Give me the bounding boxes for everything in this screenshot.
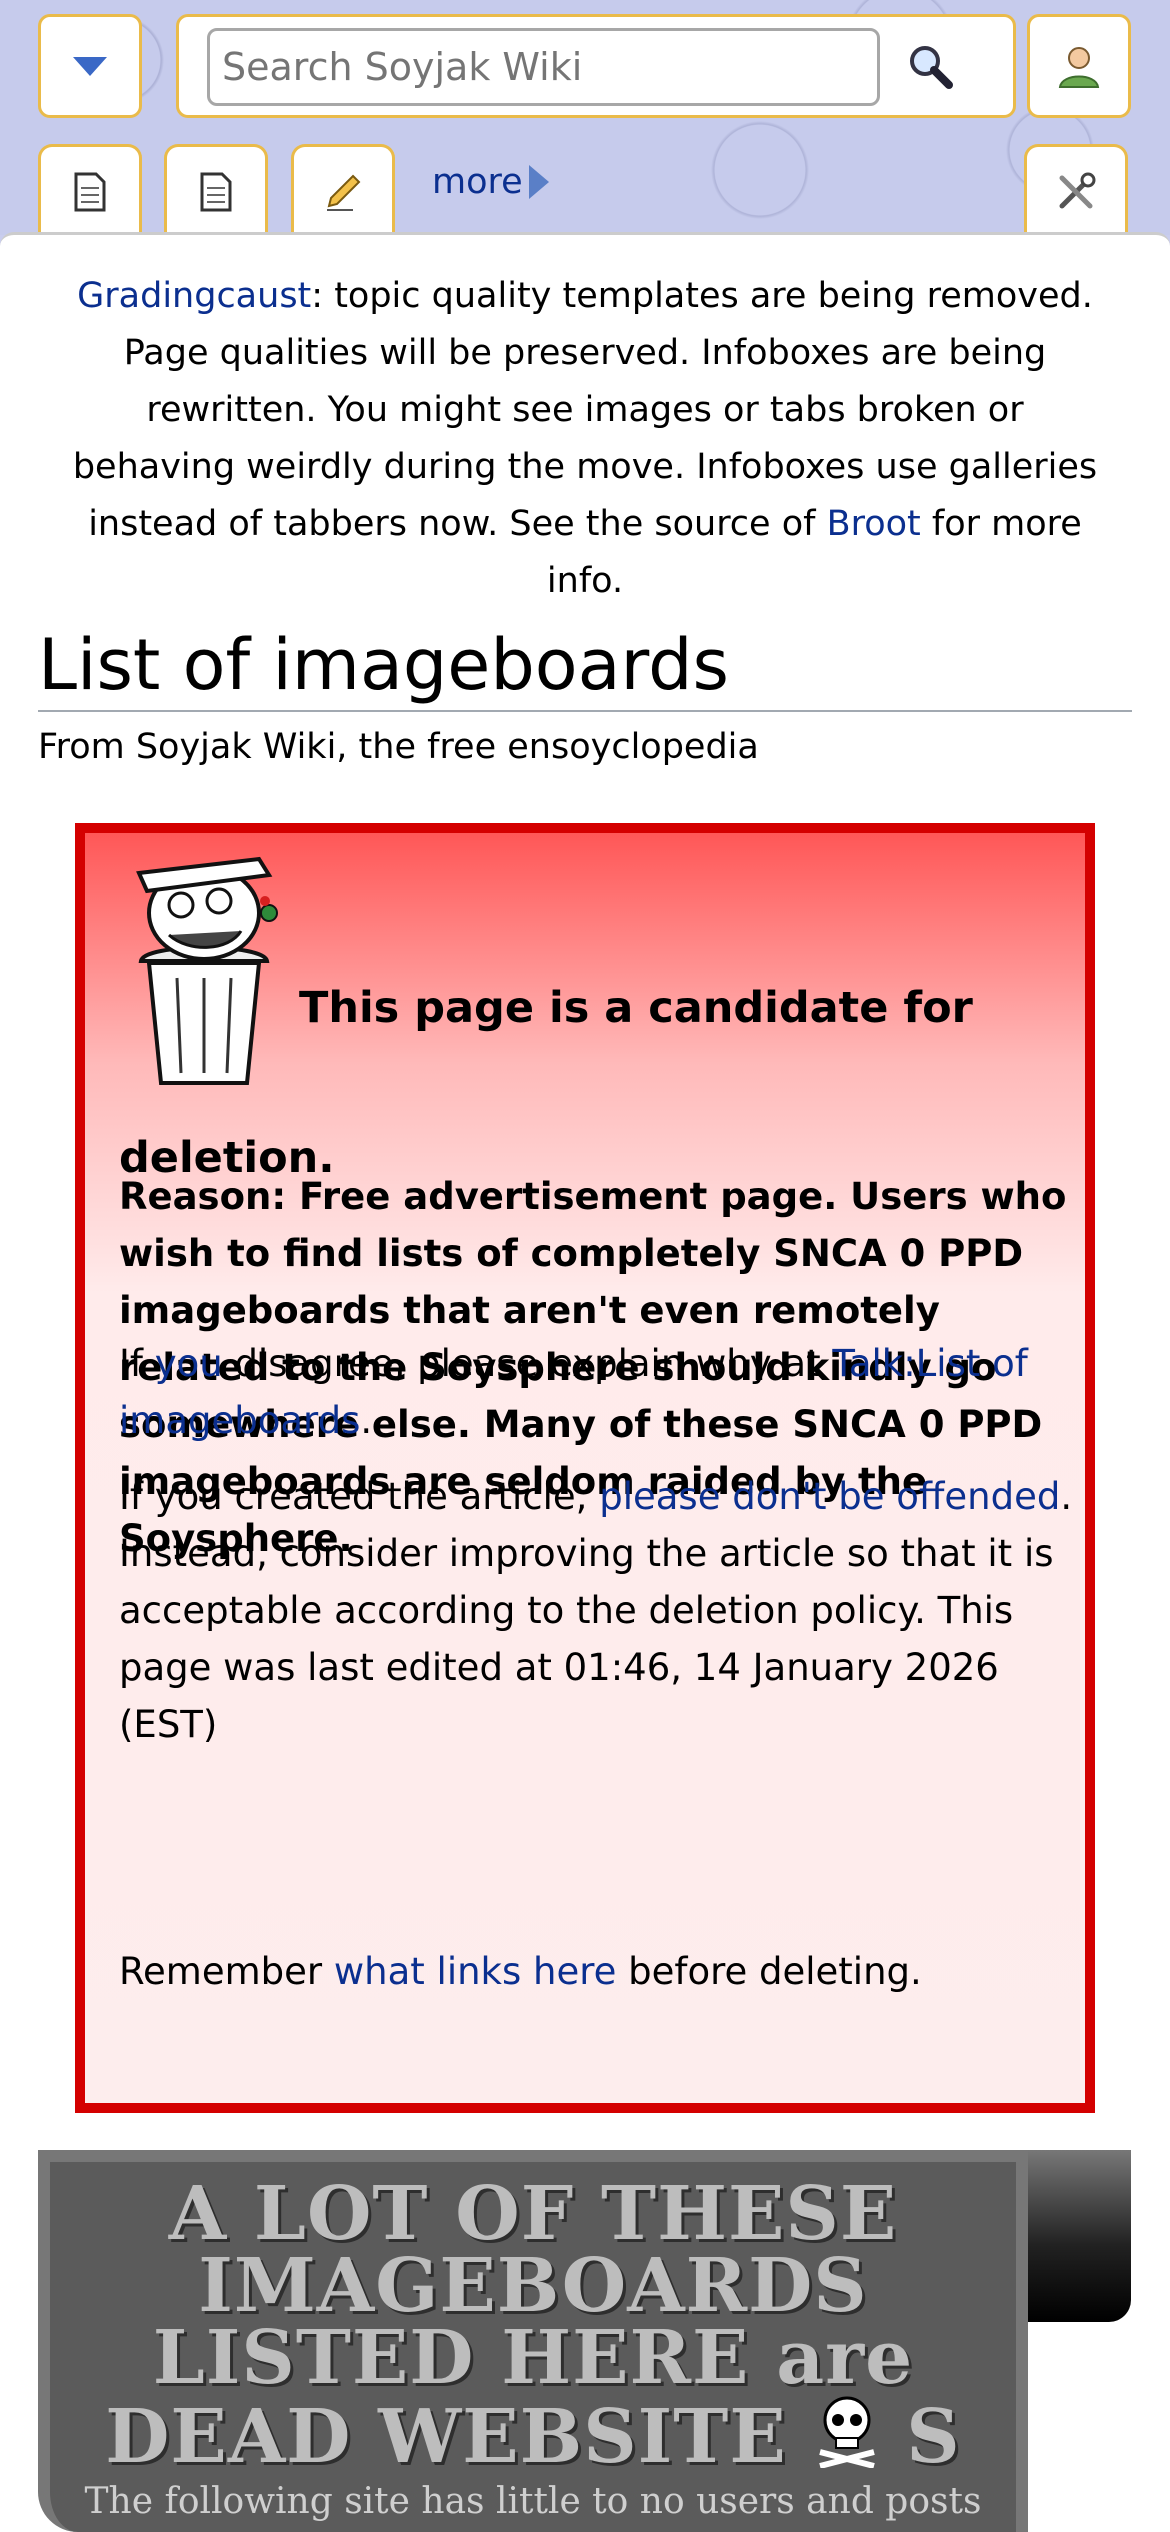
banner-title-line: IMAGEBOARDS	[198, 2243, 868, 2329]
you-link[interactable]: you	[155, 1342, 223, 1385]
broot-link[interactable]: Broot	[827, 504, 921, 544]
deletion-notice: This page is a candidate for deletion. R…	[75, 823, 1095, 2113]
dont-be-offended-link[interactable]: please don't be offended	[599, 1475, 1060, 1518]
text-segment: .	[360, 1399, 373, 1442]
text-segment: Remember	[119, 1950, 334, 1993]
banner-title-segment: DEAD WEBSITE	[105, 2394, 787, 2480]
search-icon[interactable]	[901, 37, 961, 97]
banner-title-segment: S	[906, 2394, 961, 2480]
dead-website-banner: A LOT OF THESE IMAGEBOARDS LISTED HERE a…	[38, 2150, 1028, 2532]
deletion-links-paragraph: Remember what links here before deleting…	[119, 1943, 1079, 2000]
user-icon	[1058, 47, 1100, 88]
page-icon	[74, 172, 106, 211]
tab-tools[interactable]	[1024, 144, 1128, 236]
tab-edit[interactable]	[291, 144, 395, 236]
text-segment: disagree, please explain why at	[222, 1342, 833, 1385]
skull-icon	[818, 2396, 875, 2469]
text-segment: before deleting.	[616, 1950, 922, 1993]
tab-page[interactable]	[38, 144, 142, 236]
text-segment: If you created the article,	[119, 1475, 600, 1518]
deletion-heading-line1: This page is a candidate for	[299, 983, 973, 1033]
deletion-talk-paragraph: If you disagree, please explain why at T…	[119, 1335, 1079, 1449]
banner-subtitle: The following site has little to no user…	[84, 2481, 982, 2522]
chevron-right-icon	[528, 165, 549, 199]
talk-page-icon	[200, 172, 232, 211]
banner-title-line: DEAD WEBSITE S	[50, 2394, 1016, 2474]
text-segment: If	[119, 1342, 155, 1385]
trash-can-icon	[136, 856, 278, 1085]
tab-discussion[interactable]	[164, 144, 268, 236]
user-button[interactable]	[1027, 14, 1131, 118]
banner-title-line: A LOT OF THESE	[168, 2171, 898, 2257]
banner-fold	[1024, 2150, 1131, 2322]
menu-button[interactable]	[38, 14, 142, 118]
what-links-here-link[interactable]: what links here	[334, 1950, 617, 1993]
banner-title-line: LISTED HERE are	[152, 2315, 914, 2401]
gradingcaust-link[interactable]: Gradingcaust	[77, 276, 311, 316]
more-label: more	[432, 162, 523, 202]
search-container	[176, 14, 1016, 118]
tools-icon	[1059, 172, 1096, 208]
search-input[interactable]	[207, 28, 880, 106]
page-title: List of imageboards	[38, 624, 729, 706]
tagline: From Soyjak Wiki, the free ensoyclopedia	[38, 727, 759, 767]
chevron-down-icon	[73, 56, 107, 76]
pencil-icon	[327, 174, 361, 211]
site-notice: Gradingcaust: topic quality templates ar…	[60, 268, 1110, 610]
deletion-creator-paragraph: If you created the article, please don't…	[119, 1468, 1079, 1753]
banner-title: A LOT OF THESE IMAGEBOARDS LISTED HERE a…	[50, 2171, 1016, 2474]
title-divider	[38, 710, 1132, 712]
more-menu[interactable]: more	[432, 162, 549, 202]
